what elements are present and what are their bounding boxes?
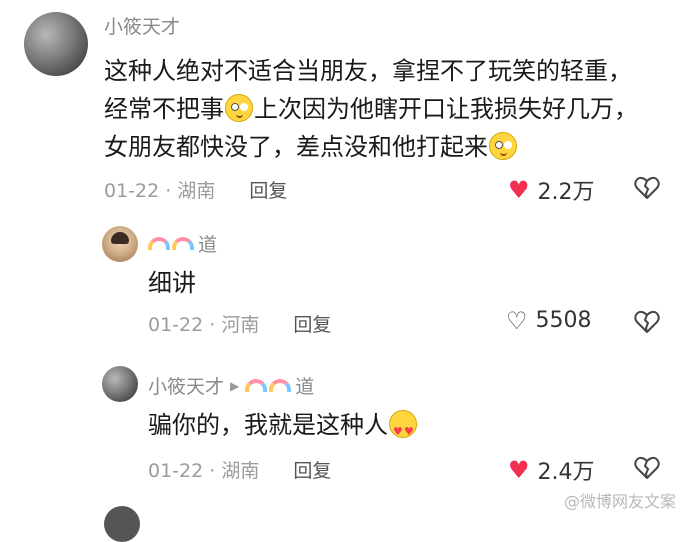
username-text[interactable]: 小筱天才 bbox=[148, 372, 224, 399]
broken-heart-icon[interactable] bbox=[634, 176, 660, 200]
comment-meta: 01-22 · 湖南 回复 bbox=[148, 456, 331, 483]
comment-date: 01-22 bbox=[148, 460, 204, 482]
comment-line: 女朋友都快没了，差点没和他打起来 bbox=[104, 128, 638, 166]
comment-date: 01-22 bbox=[104, 180, 160, 202]
comment-date: 01-22 bbox=[148, 314, 204, 336]
username-text[interactable]: 道 bbox=[198, 230, 217, 257]
rainbow-icon bbox=[148, 237, 194, 250]
avatar[interactable] bbox=[24, 12, 88, 76]
comment-text: 细讲 bbox=[148, 269, 196, 297]
reply-to-username[interactable]: 道 bbox=[295, 372, 314, 399]
rainbow-icon bbox=[245, 379, 292, 392]
like-count: 2.4万 bbox=[537, 460, 595, 485]
comment-line: 这种人绝对不适合当朋友，拿捏不了玩笑的轻重， bbox=[104, 57, 632, 85]
like-button[interactable]: ♥ 2.2万 bbox=[508, 174, 595, 206]
comment-meta: 01-22 · 河南 回复 bbox=[148, 310, 331, 337]
separator: · bbox=[209, 314, 216, 336]
watermark: @微博网友文案 bbox=[563, 492, 676, 511]
comment-location: 湖南 bbox=[221, 460, 260, 482]
username[interactable]: 小筱天才 ▶ 道 bbox=[148, 372, 314, 399]
reply-arrow-icon: ▶ bbox=[230, 378, 240, 393]
blush-emoji-icon bbox=[489, 132, 517, 160]
like-button[interactable]: ♡ 5508 bbox=[506, 308, 592, 333]
heart-eyes-emoji-icon bbox=[389, 410, 417, 451]
like-count: 5508 bbox=[535, 308, 592, 333]
avatar[interactable] bbox=[102, 226, 138, 262]
like-button[interactable]: ♥ 2.4万 bbox=[508, 454, 595, 486]
heart-filled-icon: ♥ bbox=[508, 456, 530, 484]
like-count: 2.2万 bbox=[537, 180, 595, 205]
broken-heart-icon[interactable] bbox=[634, 456, 660, 480]
reply-button[interactable]: 回复 bbox=[249, 180, 287, 202]
reply-button[interactable]: 回复 bbox=[293, 314, 331, 336]
heart-outline-icon: ♡ bbox=[506, 306, 528, 335]
comment-location: 湖南 bbox=[177, 180, 216, 202]
heart-filled-icon: ♥ bbox=[508, 176, 530, 204]
avatar[interactable] bbox=[102, 366, 138, 402]
comment-text: 骗你的，我就是这种人 bbox=[148, 406, 418, 451]
comment-line: 经常不把事 上次因为他瞎开口让我损失好几万， bbox=[104, 94, 638, 123]
comment-meta: 01-22 · 湖南 回复 bbox=[104, 176, 287, 203]
reply-button[interactable]: 回复 bbox=[293, 460, 331, 482]
separator: · bbox=[209, 460, 216, 482]
blush-emoji-icon bbox=[225, 94, 253, 122]
broken-heart-icon[interactable] bbox=[634, 310, 660, 334]
comment-text: 这种人绝对不适合当朋友，拿捏不了玩笑的轻重， 经常不把事 上次因为他瞎开口让我损失… bbox=[104, 52, 638, 166]
username-text[interactable]: 小筱天才 bbox=[104, 12, 180, 39]
username[interactable]: 道 bbox=[148, 230, 217, 257]
separator: · bbox=[165, 180, 172, 202]
comment-location: 河南 bbox=[221, 314, 260, 336]
username[interactable]: 小筱天才 bbox=[104, 12, 180, 39]
avatar[interactable] bbox=[104, 506, 140, 542]
